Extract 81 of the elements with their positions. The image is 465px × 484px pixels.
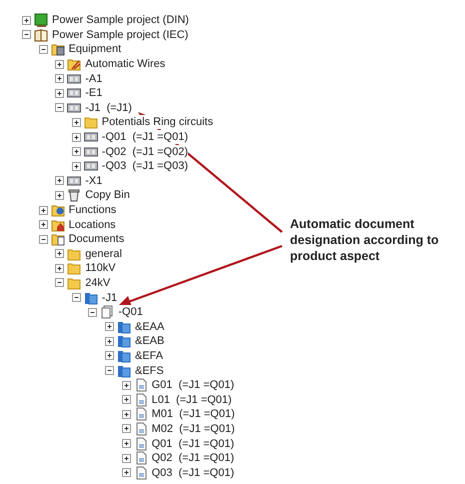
documents-folder-icon bbox=[50, 232, 65, 246]
device-icon bbox=[84, 144, 98, 159]
page-icon bbox=[134, 451, 148, 466]
tree-item[interactable]: -Q03 (=J1 =Q03) bbox=[102, 159, 188, 174]
annotation-text: Automatic document designation according to product aspect bbox=[290, 216, 440, 264]
device-icon bbox=[67, 174, 82, 188]
device-icon bbox=[84, 159, 98, 174]
document-stack-icon bbox=[100, 305, 114, 320]
functions-folder-icon bbox=[50, 203, 65, 218]
expand-button[interactable] bbox=[55, 249, 64, 258]
tree-item[interactable]: Power Sample project (DIN) bbox=[52, 13, 189, 28]
tree-item[interactable]: -Q01 (=J1 =Q01) bbox=[102, 130, 188, 144]
tree-item[interactable]: Q03 (=J1 =Q01) bbox=[152, 466, 234, 480]
expand-button[interactable] bbox=[55, 60, 64, 69]
page-icon bbox=[134, 466, 148, 480]
expand-button[interactable] bbox=[38, 234, 48, 244]
tree-item[interactable]: -J1 (=J1) bbox=[85, 100, 132, 115]
expand-button[interactable] bbox=[22, 16, 31, 25]
expand-button[interactable] bbox=[72, 162, 81, 171]
wires-folder-icon bbox=[67, 57, 82, 72]
tree-item[interactable]: -Q01 bbox=[118, 305, 143, 320]
folder-icon bbox=[117, 364, 131, 378]
expand-button[interactable] bbox=[122, 454, 131, 463]
tree-item[interactable]: Equipment bbox=[68, 42, 122, 56]
expand-button[interactable] bbox=[72, 118, 81, 127]
equipment-folder-icon bbox=[50, 42, 65, 56]
expand-button[interactable] bbox=[88, 308, 98, 317]
expand-button[interactable] bbox=[55, 88, 64, 98]
expand-button[interactable] bbox=[72, 147, 81, 156]
tree-item[interactable]: Q01 (=J1 =Q01) bbox=[152, 436, 234, 451]
folder-icon bbox=[84, 290, 98, 305]
expand-button[interactable] bbox=[122, 410, 131, 419]
bin-icon bbox=[67, 188, 82, 202]
expand-button[interactable] bbox=[55, 278, 64, 288]
folder-icon bbox=[117, 320, 131, 334]
expand-button[interactable] bbox=[22, 30, 31, 40]
page-icon bbox=[134, 436, 148, 451]
expand-button[interactable] bbox=[38, 220, 48, 230]
page-icon bbox=[134, 422, 148, 436]
expand-button[interactable] bbox=[122, 395, 131, 404]
tree-item[interactable]: Q02 (=J1 =Q01) bbox=[152, 451, 234, 466]
expand-button[interactable] bbox=[55, 74, 64, 84]
expand-button[interactable] bbox=[122, 424, 131, 434]
expand-button[interactable] bbox=[72, 293, 81, 302]
tree-item[interactable]: L01 (=J1 =Q01) bbox=[152, 392, 232, 407]
book-icon bbox=[34, 28, 48, 42]
expand-button[interactable] bbox=[72, 132, 81, 142]
page-icon bbox=[134, 392, 148, 407]
expand-button[interactable] bbox=[55, 103, 64, 112]
tree-item[interactable]: -Q02 (=J1 =Q02) bbox=[102, 144, 188, 159]
project-icon bbox=[34, 13, 48, 28]
tree-item[interactable]: Copy Bin bbox=[85, 188, 130, 202]
folder-icon bbox=[67, 276, 82, 290]
expand-button[interactable] bbox=[105, 322, 114, 332]
expand-button[interactable] bbox=[105, 336, 114, 346]
device-icon bbox=[67, 86, 82, 100]
expand-button[interactable] bbox=[38, 206, 48, 215]
page-icon bbox=[134, 378, 148, 392]
device-icon bbox=[84, 130, 98, 144]
expand-button[interactable] bbox=[38, 44, 48, 54]
expand-button[interactable] bbox=[55, 190, 64, 200]
device-icon bbox=[67, 72, 82, 86]
expand-button[interactable] bbox=[55, 264, 64, 273]
folder-icon bbox=[67, 261, 82, 276]
tree-item[interactable]: general bbox=[85, 246, 122, 261]
tree-item[interactable]: M02 (=J1 =Q01) bbox=[152, 422, 235, 436]
page-icon bbox=[134, 407, 148, 422]
folder-icon bbox=[117, 348, 131, 363]
tree-item[interactable]: M01 (=J1 =Q01) bbox=[152, 407, 235, 422]
folder-icon bbox=[117, 334, 131, 348]
expand-button[interactable] bbox=[105, 366, 114, 376]
expand-button[interactable] bbox=[122, 380, 131, 390]
tree-item[interactable]: Power Sample project (IEC) bbox=[52, 28, 188, 42]
expand-button[interactable] bbox=[122, 439, 131, 448]
tree-item[interactable]: Potentials Ring circuits bbox=[102, 115, 214, 130]
tree-item[interactable]: G01 (=J1 =Q01) bbox=[152, 378, 234, 392]
device-icon bbox=[67, 100, 82, 115]
locations-folder-icon bbox=[50, 218, 65, 232]
expand-button[interactable] bbox=[122, 468, 131, 478]
expand-button[interactable] bbox=[105, 351, 114, 360]
expand-button[interactable] bbox=[55, 176, 64, 186]
